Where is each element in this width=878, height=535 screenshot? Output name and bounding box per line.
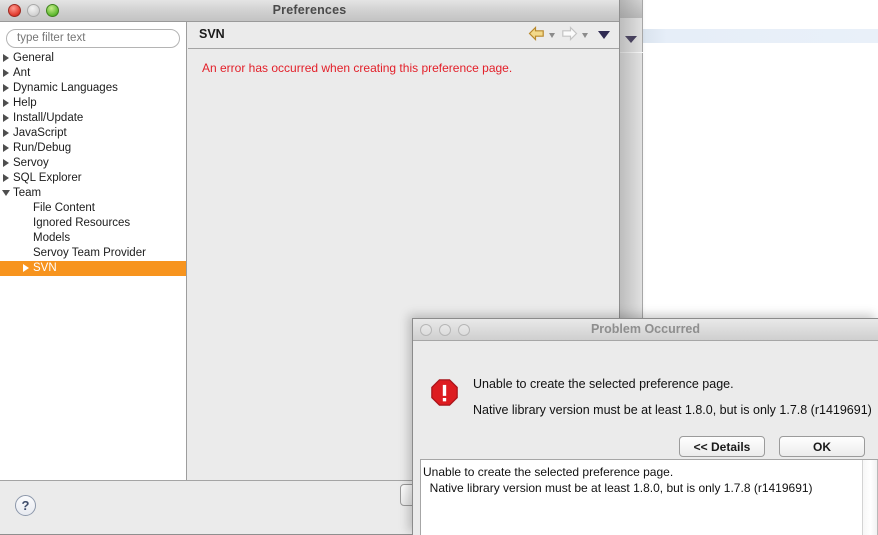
tree-item-javascript[interactable]: JavaScript: [0, 126, 186, 141]
content-header: SVN: [188, 22, 619, 49]
tree-item-servoy-team-provider[interactable]: Servoy Team Provider: [0, 246, 186, 261]
tree-item-label: General: [13, 52, 54, 64]
preference-tree: General Ant Dynamic Languages Help Install/U…: [0, 51, 186, 276]
details-text: Unable to create the selected preference…: [423, 465, 813, 495]
expand-triangle-icon[interactable]: [0, 159, 12, 167]
tree-item-label: Servoy: [13, 157, 49, 169]
chevron-down-icon: [2, 190, 10, 196]
chevron-right-icon: [3, 69, 9, 77]
expand-triangle-icon[interactable]: [0, 54, 12, 62]
chevron-right-icon: [3, 114, 9, 122]
details-text-box[interactable]: Unable to create the selected preference…: [420, 459, 878, 535]
preferences-titlebar[interactable]: Preferences: [0, 0, 619, 22]
tree-item-help[interactable]: Help: [0, 96, 186, 111]
expand-triangle-icon[interactable]: [0, 84, 12, 92]
dialog-message-line-2: Native library version must be at least …: [473, 403, 872, 417]
expand-triangle-icon[interactable]: [0, 174, 12, 182]
page-title: SVN: [199, 27, 225, 41]
expand-triangle-icon[interactable]: [0, 69, 12, 77]
tree-item-label: Team: [13, 187, 42, 199]
dialog-body: Unable to create the selected preference…: [413, 341, 878, 463]
back-dropdown-icon[interactable]: [549, 33, 555, 38]
filter-row: [0, 22, 186, 50]
tree-item-svn[interactable]: SVN: [0, 260, 186, 276]
details-scrollbar[interactable]: [862, 460, 878, 535]
expand-triangle-icon[interactable]: [0, 129, 12, 137]
tree-item-label: Models: [33, 232, 71, 244]
chevron-right-icon: [3, 159, 9, 167]
tree-item-label: Ant: [13, 67, 31, 79]
tree-item-label: SQL Explorer: [13, 172, 82, 184]
tree-item-general[interactable]: General: [0, 51, 186, 66]
tree-item-servoy[interactable]: Servoy: [0, 156, 186, 171]
tree-item-install-update[interactable]: Install/Update: [0, 111, 186, 126]
chevron-right-icon: [3, 144, 9, 152]
window-title: Preferences: [272, 3, 347, 17]
search-input[interactable]: [6, 28, 180, 48]
dialog-titlebar[interactable]: Problem Occurred: [413, 319, 878, 341]
chevron-right-icon: [3, 99, 9, 107]
page-error-message: An error has occurred when creating this…: [202, 61, 513, 75]
background-selected-row[interactable]: [620, 29, 878, 43]
dialog-details-area: Unable to create the selected preference…: [420, 459, 878, 535]
preferences-sidebar: General Ant Dynamic Languages Help Install/U…: [0, 22, 187, 481]
details-button[interactable]: << Details: [679, 436, 765, 457]
forward-dropdown-icon[interactable]: [582, 33, 588, 38]
collapse-triangle-icon[interactable]: [0, 190, 12, 196]
expand-triangle-icon[interactable]: [0, 99, 12, 107]
chevron-right-icon: [3, 174, 9, 182]
tree-item-ant[interactable]: Ant: [0, 66, 186, 81]
view-menu-icon[interactable]: [598, 30, 610, 39]
tree-item-ignored-resources[interactable]: Ignored Resources: [0, 216, 186, 231]
screen: Preferences General Ant Dynamic Languages H…: [0, 0, 878, 535]
chevron-right-icon: [23, 264, 29, 272]
error-stop-icon: [431, 379, 458, 406]
tree-item-label: File Content: [33, 202, 96, 214]
dialog-message-line-1: Unable to create the selected preference…: [473, 377, 734, 391]
tree-item-label: Install/Update: [13, 112, 84, 124]
dialog-button-row: << Details OK: [679, 436, 865, 457]
expand-triangle-icon[interactable]: [0, 144, 12, 152]
tree-item-label: SVN: [33, 262, 57, 274]
tree-item-sql-explorer[interactable]: SQL Explorer: [0, 171, 186, 186]
tree-item-label: Help: [13, 97, 37, 109]
tree-item-label: JavaScript: [13, 127, 67, 139]
expand-triangle-icon[interactable]: [0, 114, 12, 122]
back-arrow-icon[interactable]: [528, 26, 545, 41]
help-icon[interactable]: ?: [15, 495, 36, 516]
chevron-right-icon: [3, 54, 9, 62]
chevron-right-icon: [3, 84, 9, 92]
problem-occurred-dialog: Problem Occurred Unable to create the se…: [412, 318, 878, 535]
chevron-right-icon: [3, 129, 9, 137]
tree-item-team[interactable]: Team: [0, 186, 186, 201]
tree-item-label: Servoy Team Provider: [33, 247, 146, 259]
dialog-title: Problem Occurred: [590, 322, 701, 336]
tree-item-run-debug[interactable]: Run/Debug: [0, 141, 186, 156]
content-toolbar: [528, 26, 610, 41]
tree-item-dynamic-languages[interactable]: Dynamic Languages: [0, 81, 186, 96]
tree-item-file-content[interactable]: File Content: [0, 201, 186, 216]
tree-item-label: Ignored Resources: [33, 217, 131, 229]
expand-triangle-icon[interactable]: [20, 264, 32, 272]
ok-button[interactable]: OK: [779, 436, 865, 457]
tree-item-label: Dynamic Languages: [13, 82, 118, 94]
tree-item-models[interactable]: Models: [0, 231, 186, 246]
forward-arrow-icon: [562, 26, 578, 41]
tree-item-label: Run/Debug: [13, 142, 72, 154]
